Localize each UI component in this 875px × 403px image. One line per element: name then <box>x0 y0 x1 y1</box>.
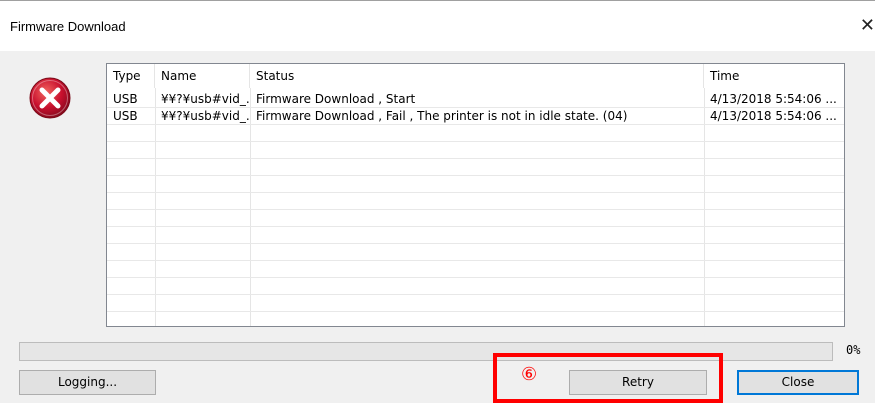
column-header-name[interactable]: Name <box>155 64 250 88</box>
window-title: Firmware Download <box>10 19 126 34</box>
empty-row <box>107 210 844 227</box>
empty-row <box>107 295 844 312</box>
empty-row <box>107 244 844 261</box>
table-row[interactable]: USB ¥¥?¥usb#vid_... Firmware Download , … <box>107 91 844 108</box>
empty-row <box>107 261 844 278</box>
logging-button[interactable]: Logging... <box>19 370 156 395</box>
column-header-status[interactable]: Status <box>250 64 704 88</box>
empty-row <box>107 193 844 210</box>
column-header-time[interactable]: Time <box>704 64 844 88</box>
cell-type: USB <box>113 92 138 106</box>
empty-row <box>107 125 844 142</box>
close-icon[interactable]: ✕ <box>855 11 875 41</box>
column-header-type[interactable]: Type <box>107 64 155 88</box>
cell-type: USB <box>113 109 138 123</box>
empty-row <box>107 227 844 244</box>
close-button[interactable]: Close <box>737 370 859 395</box>
title-bar: Firmware Download ✕ <box>0 1 875 51</box>
table-row[interactable]: USB ¥¥?¥usb#vid_... Firmware Download , … <box>107 108 844 125</box>
annotation-step-marker: ⑥ <box>521 364 538 385</box>
cell-status: Firmware Download , Start <box>256 92 416 106</box>
log-listview[interactable]: Type Name Status Time USB ¥¥?¥usb#vid_..… <box>106 63 845 327</box>
firmware-download-dialog: Firmware Download ✕ Type Name Status Tim… <box>0 0 875 403</box>
cell-time: 4/13/2018 5:54:06 ... <box>710 92 837 106</box>
empty-row <box>107 278 844 295</box>
progress-percent: 0% <box>846 343 861 357</box>
cell-name: ¥¥?¥usb#vid_... <box>161 92 250 106</box>
error-icon <box>29 77 71 119</box>
empty-row <box>107 142 844 159</box>
cell-status: Firmware Download , Fail , The printer i… <box>256 109 628 123</box>
cell-name: ¥¥?¥usb#vid_... <box>161 109 250 123</box>
empty-row <box>107 159 844 176</box>
list-header: Type Name Status Time <box>107 64 844 88</box>
empty-row <box>107 176 844 193</box>
cell-time: 4/13/2018 5:54:06 ... <box>710 109 837 123</box>
